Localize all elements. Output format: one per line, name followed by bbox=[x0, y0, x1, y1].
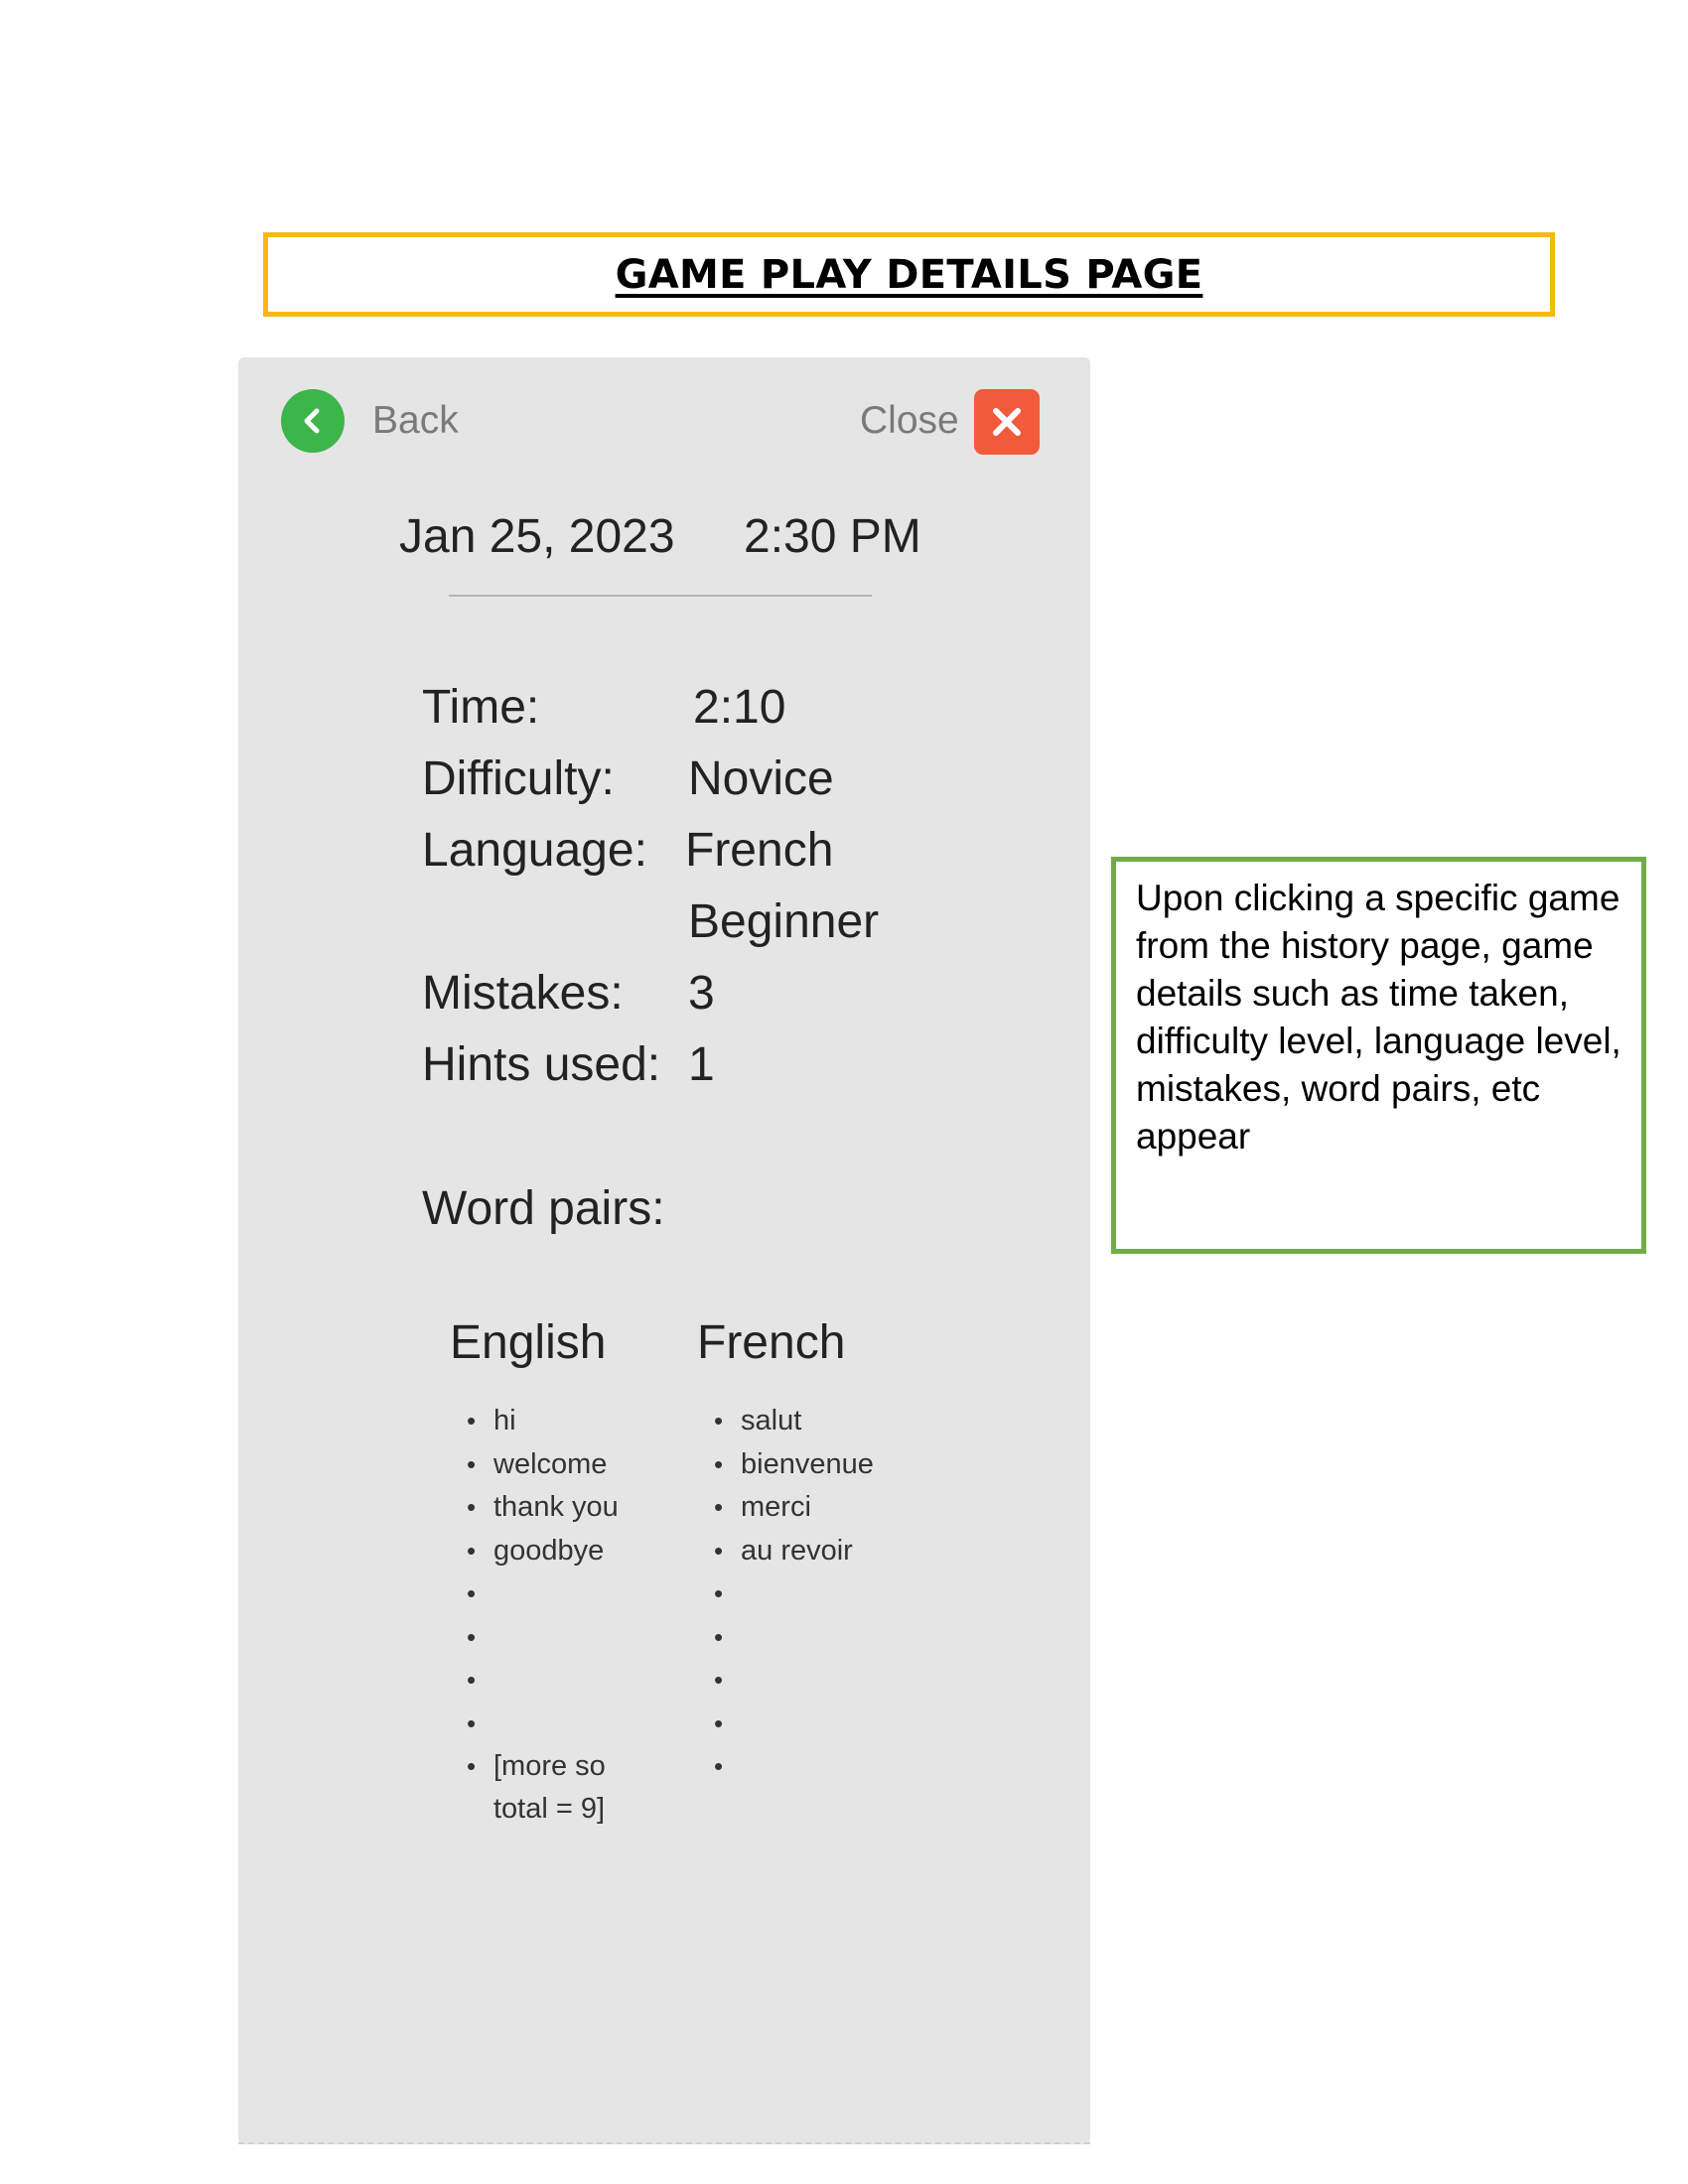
stat-value-mistakes: 3 bbox=[688, 967, 715, 1020]
stat-value-hints: 1 bbox=[688, 1038, 715, 1091]
stat-value-language: French bbox=[685, 824, 834, 877]
game-time: 2:30 PM bbox=[744, 510, 921, 563]
french-word: au revoir bbox=[714, 1530, 874, 1573]
header-divider bbox=[449, 595, 872, 597]
french-word bbox=[714, 1572, 874, 1616]
stat-value-language-level: Beginner bbox=[688, 895, 880, 948]
back-button[interactable]: Back bbox=[281, 389, 459, 453]
english-word bbox=[467, 1616, 633, 1660]
stat-label-difficulty: Difficulty: bbox=[422, 752, 615, 805]
french-word bbox=[714, 1616, 874, 1660]
english-word-more-note: [more so total = 9] bbox=[467, 1745, 633, 1831]
stat-label-mistakes: Mistakes: bbox=[422, 967, 624, 1020]
page-title: GAME PLAY DETAILS PAGE bbox=[615, 251, 1203, 298]
word-pairs-label: Word pairs: bbox=[422, 1182, 665, 1235]
french-word bbox=[714, 1659, 874, 1703]
close-label[interactable]: Close bbox=[860, 399, 959, 443]
french-word-list: salut bienvenue merci au revoir bbox=[714, 1400, 874, 1789]
annotation-text: Upon clicking a specific game from the h… bbox=[1136, 878, 1621, 1157]
english-word: welcome bbox=[467, 1443, 633, 1487]
phone-bottom-border bbox=[238, 2142, 1090, 2144]
stat-label-hints: Hints used: bbox=[422, 1038, 661, 1091]
stat-label-language: Language: bbox=[422, 824, 647, 877]
english-word-list: hi welcome thank you goodbye [more so to… bbox=[467, 1400, 633, 1831]
back-label: Back bbox=[372, 399, 459, 442]
french-word bbox=[714, 1703, 874, 1746]
game-date: Jan 25, 2023 bbox=[399, 510, 675, 563]
stat-label-time: Time: bbox=[422, 681, 540, 734]
annotation-box: Upon clicking a specific game from the h… bbox=[1111, 857, 1646, 1254]
english-word bbox=[467, 1703, 633, 1746]
french-word: merci bbox=[714, 1486, 874, 1530]
french-word: salut bbox=[714, 1400, 874, 1443]
chevron-left-icon bbox=[281, 389, 345, 453]
english-word bbox=[467, 1659, 633, 1703]
french-word: bienvenue bbox=[714, 1443, 874, 1487]
english-word bbox=[467, 1572, 633, 1616]
close-icon[interactable] bbox=[974, 389, 1040, 455]
english-word: goodbye bbox=[467, 1530, 633, 1573]
page-title-box: GAME PLAY DETAILS PAGE bbox=[263, 232, 1555, 317]
english-column-header: English bbox=[450, 1316, 607, 1369]
stat-value-difficulty: Novice bbox=[688, 752, 834, 805]
english-word: hi bbox=[467, 1400, 633, 1443]
phone-screen bbox=[238, 357, 1090, 2144]
english-word: thank you bbox=[467, 1486, 633, 1530]
french-column-header: French bbox=[697, 1316, 846, 1369]
french-word bbox=[714, 1745, 874, 1789]
stat-value-time: 2:10 bbox=[693, 681, 786, 734]
